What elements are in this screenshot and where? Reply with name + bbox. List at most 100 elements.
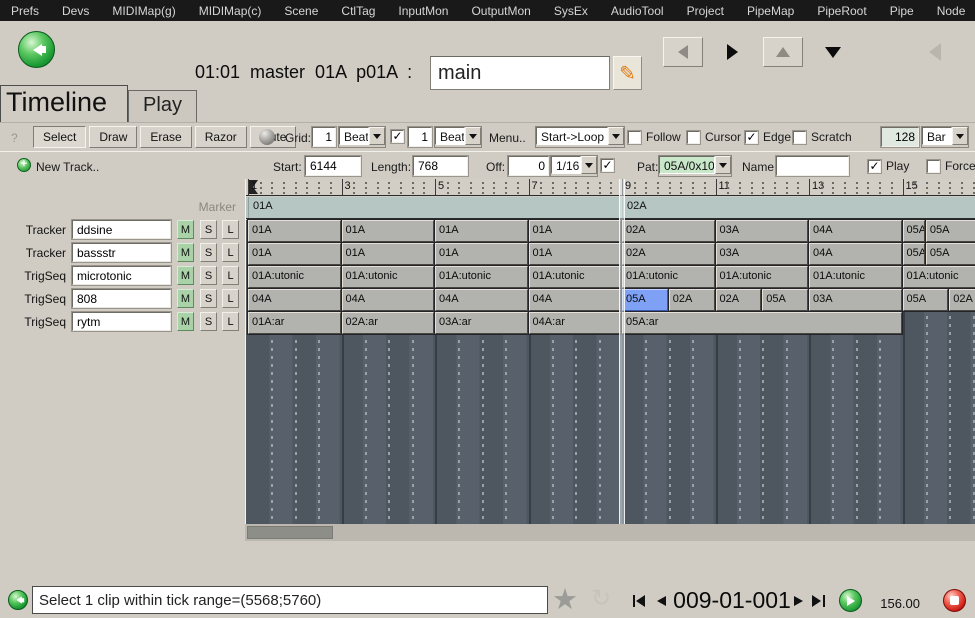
- grid1-value-input[interactable]: [312, 127, 336, 147]
- clip[interactable]: 04A: [809, 220, 902, 242]
- clip[interactable]: 05A:ar: [622, 312, 902, 334]
- clip[interactable]: 05A: [926, 243, 975, 265]
- loop-mode-select[interactable]: Start->Loop: [536, 127, 624, 147]
- pattern-select[interactable]: 05A/0x10: [659, 156, 731, 176]
- cursor-checkbox[interactable]: Cursor: [687, 130, 741, 144]
- track-name-input[interactable]: [72, 243, 171, 262]
- track-name-input[interactable]: [72, 312, 171, 331]
- playback-cursor[interactable]: [619, 179, 625, 524]
- clip[interactable]: 02A: [622, 243, 715, 265]
- track-name-input[interactable]: [72, 289, 171, 308]
- menu-item-audiotool[interactable]: AudioTool: [611, 4, 664, 18]
- clip[interactable]: 01A:utonic: [342, 266, 435, 288]
- dropdown-arrow-icon[interactable]: [581, 156, 597, 174]
- track-name-input[interactable]: [72, 266, 171, 285]
- clip[interactable]: 02A: [949, 289, 975, 311]
- menu-item-pipe[interactable]: Pipe: [890, 4, 914, 18]
- clip-name-input[interactable]: [776, 156, 849, 176]
- prev-button[interactable]: [663, 37, 703, 67]
- clip[interactable]: 05A: [903, 289, 949, 311]
- grid2-unit-select[interactable]: Beat: [435, 127, 481, 147]
- grid1-unit-select[interactable]: Beat: [339, 127, 385, 147]
- menu-item-midimapc[interactable]: MIDIMap(c): [199, 4, 262, 18]
- clip[interactable]: 01A: [435, 220, 528, 242]
- clip[interactable]: 04A:ar: [529, 312, 622, 334]
- clip[interactable]: 02A: [716, 289, 762, 311]
- solo-button[interactable]: S: [200, 220, 217, 239]
- force-checkbox[interactable]: Force: [927, 159, 975, 173]
- clip[interactable]: 01A: [342, 243, 435, 265]
- mute-button[interactable]: M: [177, 266, 194, 285]
- lock-button[interactable]: L: [222, 312, 239, 331]
- edge-checkbox[interactable]: ✓Edge: [745, 130, 791, 144]
- menu-item-ctltag[interactable]: CtlTag: [341, 4, 375, 18]
- dropdown-arrow-icon[interactable]: [715, 156, 731, 174]
- lock-button[interactable]: L: [222, 266, 239, 285]
- off-unit-select[interactable]: 1/16: [551, 156, 597, 176]
- start-input[interactable]: [305, 156, 361, 176]
- dropdown-arrow-icon[interactable]: [608, 127, 624, 145]
- back-button[interactable]: [18, 31, 55, 68]
- mute-button[interactable]: M: [177, 243, 194, 262]
- clip[interactable]: 01A:utonic: [809, 266, 902, 288]
- menu-button[interactable]: Menu..: [489, 131, 526, 145]
- help-button[interactable]: ?: [11, 131, 18, 145]
- up-button[interactable]: [763, 37, 803, 67]
- solo-button[interactable]: S: [200, 243, 217, 262]
- clip[interactable]: 04A: [248, 289, 341, 311]
- mute-button[interactable]: M: [177, 220, 194, 239]
- clip[interactable]: 05A: [903, 243, 925, 265]
- scratch-checkbox[interactable]: Scratch: [793, 130, 852, 144]
- clip[interactable]: 01A: [342, 220, 435, 242]
- down-button[interactable]: [813, 37, 853, 67]
- marker-segment[interactable]: 02A: [622, 197, 975, 218]
- clip[interactable]: 05A: [926, 220, 975, 242]
- tool-erase[interactable]: Erase: [140, 126, 191, 148]
- star-icon[interactable]: ★: [552, 582, 578, 617]
- tool-draw[interactable]: Draw: [89, 126, 137, 148]
- tool-select[interactable]: Select: [33, 126, 86, 148]
- menu-item-sysex[interactable]: SysEx: [554, 4, 588, 18]
- menu-item-node[interactable]: Node: [937, 4, 966, 18]
- menu-item-inputmon[interactable]: InputMon: [398, 4, 448, 18]
- solo-button[interactable]: S: [200, 266, 217, 285]
- clip[interactable]: 04A: [342, 289, 435, 311]
- record-button[interactable]: [943, 589, 966, 612]
- dropdown-arrow-icon[interactable]: [952, 127, 968, 145]
- play-checkbox[interactable]: ✓Play: [868, 159, 909, 173]
- clip[interactable]: 01A:utonic: [529, 266, 622, 288]
- dropdown-arrow-icon[interactable]: [369, 127, 385, 145]
- play-button[interactable]: [839, 589, 862, 612]
- grid-link-checkbox[interactable]: ✓: [391, 130, 404, 143]
- length-input[interactable]: [413, 156, 468, 176]
- menu-item-prefs[interactable]: Prefs: [11, 4, 39, 18]
- follow-checkbox[interactable]: Follow: [628, 130, 681, 144]
- clip[interactable]: 03A: [716, 243, 809, 265]
- new-track-button[interactable]: New Track..: [36, 160, 99, 174]
- clip[interactable]: 02A:ar: [342, 312, 435, 334]
- menu-item-devs[interactable]: Devs: [62, 4, 89, 18]
- grid2-value-input[interactable]: [408, 127, 432, 147]
- clip[interactable]: 05A: [762, 289, 808, 311]
- next-button[interactable]: [712, 37, 752, 67]
- clip[interactable]: 02A: [669, 289, 715, 311]
- lock-button[interactable]: L: [222, 243, 239, 262]
- clip[interactable]: 04A: [529, 289, 622, 311]
- clip[interactable]: 01A:utonic: [435, 266, 528, 288]
- menu-item-pipemap[interactable]: PipeMap: [747, 4, 794, 18]
- step-back-icon[interactable]: [657, 596, 666, 606]
- clip[interactable]: 01A:utonic: [903, 266, 975, 288]
- refresh-icon[interactable]: ↻: [591, 584, 611, 613]
- status-back-button[interactable]: [8, 590, 28, 610]
- horizontal-scrollbar[interactable]: [245, 524, 975, 541]
- skip-end-icon[interactable]: [812, 595, 825, 607]
- tab-play[interactable]: Play: [128, 90, 197, 122]
- lock-button[interactable]: L: [222, 289, 239, 308]
- clip[interactable]: 01A: [529, 243, 622, 265]
- marker-segment[interactable]: 01A: [248, 197, 622, 218]
- bar-count-input[interactable]: [881, 127, 919, 147]
- tab-timeline[interactable]: Timeline: [0, 85, 128, 122]
- clip[interactable]: 05A: [903, 220, 925, 242]
- menu-item-project[interactable]: Project: [687, 4, 724, 18]
- clip[interactable]: 01A:ar: [248, 312, 341, 334]
